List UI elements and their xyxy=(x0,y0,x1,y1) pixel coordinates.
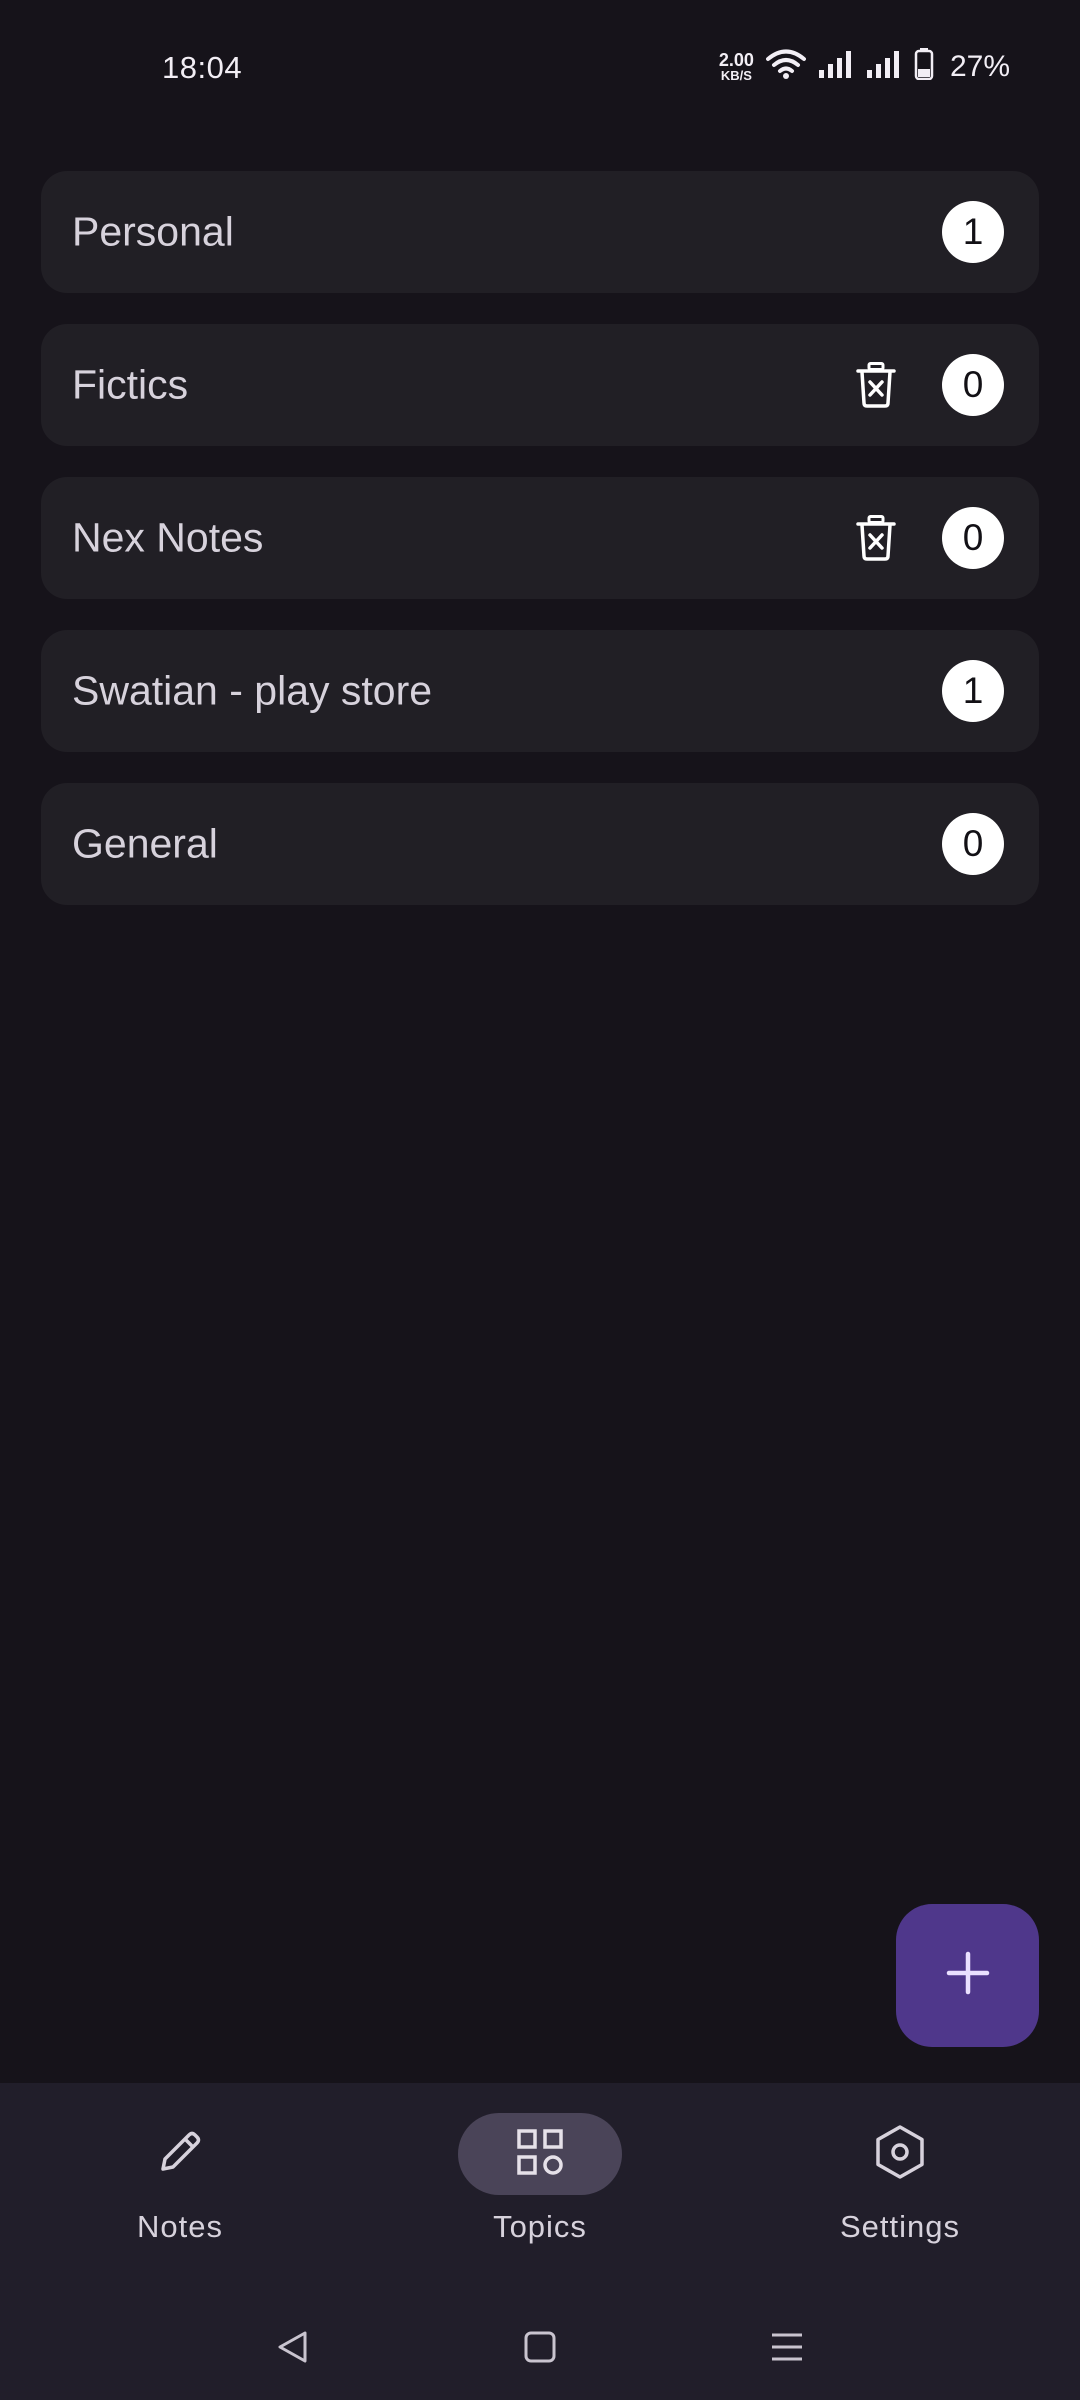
network-speed: 2.00 KB/S xyxy=(719,51,754,82)
topic-item[interactable]: Personal 1 xyxy=(41,171,1039,293)
nav-label-topics: Topics xyxy=(493,2209,587,2244)
topic-name: Nex Notes xyxy=(72,514,264,561)
nav-item-settings[interactable]: Settings xyxy=(780,2113,1020,2245)
nav-label-settings: Settings xyxy=(839,2209,960,2244)
signal-icon-2 xyxy=(866,50,902,83)
topic-count-badge: 0 xyxy=(942,507,1004,569)
network-speed-value: 2.00 xyxy=(718,50,754,70)
topic-count-badge: 0 xyxy=(942,813,1004,875)
signal-icon-1 xyxy=(818,50,854,83)
nav-label-notes: Notes xyxy=(137,2209,223,2244)
battery-percent: 27% xyxy=(949,49,1010,83)
delete-topic-icon[interactable] xyxy=(853,513,899,563)
nav-icon-container xyxy=(98,2113,262,2195)
topic-item[interactable]: Swatian - play store 1 xyxy=(41,630,1039,752)
topic-name: Fictics xyxy=(72,361,189,408)
wifi-icon xyxy=(765,48,806,85)
topic-name: General xyxy=(72,820,218,867)
status-bar: 18:04 2.00 KB/S 27% xyxy=(0,0,1080,140)
topic-item[interactable]: Nex Notes 0 xyxy=(41,477,1039,599)
status-time: 18:04 xyxy=(162,50,243,85)
topic-item[interactable]: General 0 xyxy=(41,783,1039,905)
topic-count-badge: 1 xyxy=(942,660,1004,722)
plus-icon xyxy=(946,1951,990,2000)
nav-item-topics[interactable]: Topics xyxy=(420,2113,660,2245)
topic-item[interactable]: Fictics 0 xyxy=(41,324,1039,446)
back-icon[interactable] xyxy=(268,2322,318,2372)
topic-name: Swatian - play store xyxy=(72,667,433,714)
network-speed-unit: KB/S xyxy=(720,68,752,83)
delete-topic-icon[interactable] xyxy=(853,360,899,410)
nav-item-notes[interactable]: Notes xyxy=(60,2113,300,2245)
add-topic-button[interactable] xyxy=(896,1904,1039,2047)
pencil-icon xyxy=(155,2127,205,2182)
battery-icon xyxy=(914,48,934,85)
topic-count-badge: 1 xyxy=(942,201,1004,263)
nav-active-indicator xyxy=(458,2113,622,2195)
topic-count-badge: 0 xyxy=(942,354,1004,416)
topic-name: Personal xyxy=(72,208,234,255)
home-icon[interactable] xyxy=(515,2322,565,2372)
grid-icon xyxy=(516,2128,564,2181)
system-navigation-bar xyxy=(0,2300,1080,2400)
topic-list: Personal 1 Fictics 0 Nex Notes 0 Swatian… xyxy=(41,171,1039,936)
hexagon-settings-icon xyxy=(872,2124,928,2185)
menu-icon[interactable] xyxy=(762,2322,812,2372)
status-icons: 2.00 KB/S 27% xyxy=(719,48,1010,85)
nav-icon-container xyxy=(818,2113,982,2195)
